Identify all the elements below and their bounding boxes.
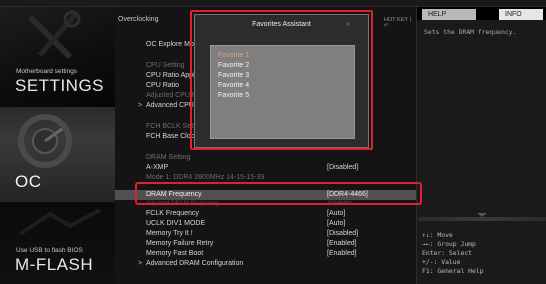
gauge-decor-icon [18,114,72,168]
tab-info[interactable]: INFO [499,9,543,20]
nav-settings-subtitle: Motherboard settings [16,68,78,75]
key-legend-line: Enter: Select [422,249,473,257]
setting-value[interactable]: [Disabled] [327,229,358,239]
nav-mflash-tile[interactable]: Use USB to flash BIOS M-FLASH [0,202,115,284]
setting-value[interactable]: [Auto] [327,209,345,219]
setting-row[interactable]: Memory Fast Boot [Enabled] [115,249,416,259]
setting-row[interactable]: UCLK DIV1 MODE [Auto] [115,219,416,229]
submenu-arrow-icon: > [138,260,143,267]
nav-mflash-subtitle: Use USB to flash BIOS [16,247,83,254]
setting-value[interactable]: [Disabled] [327,163,358,173]
setting-row[interactable]: FCLK Frequency [Auto] [115,209,416,219]
hotkey-indicator[interactable]: HOT KEY | ↶ [384,17,416,29]
help-panel: HELP INFO Sets the DRAM frequency. ↑↓: M… [416,7,546,284]
setting-row[interactable]: Memory Failure Retry [Enabled] [115,239,416,249]
setting-label: A-XMP [146,164,169,171]
setting-label: Memory Failure Retry [146,240,214,247]
setting-value[interactable]: [Auto] [327,219,345,229]
help-divider [418,217,546,221]
setting-label: CPU Setting [146,62,185,69]
setting-label: Advanced DRAM Configuration [146,260,244,267]
setting-label: Memory Try It ! [146,230,193,237]
help-description: Sets the DRAM frequency. [424,28,517,36]
setting-label: UCLK DIV1 MODE [146,220,206,227]
setting-label: FCLK Frequency [146,210,199,217]
help-tab-bar: HELP INFO [417,7,546,20]
nav-mflash-title: M-FLASH [15,255,94,274]
nav-oc-tile[interactable]: OC [0,107,115,202]
annotation-frame-dialog [190,10,373,150]
top-bar [0,0,546,7]
left-navigation: Motherboard settings SETTINGS OC Use USB… [0,7,115,284]
setting-value[interactable]: [Enabled] [327,249,357,259]
expand-arrow-icon[interactable] [477,213,487,217]
setting-row[interactable]: > Advanced DRAM Configuration [115,259,416,269]
key-legend: ↑↓: Move →←: Group Jump Enter: Select +/… [422,231,544,276]
setting-label: CPU Ratio [146,82,180,89]
setting-label: Memory Fast Boot [146,250,204,257]
key-legend-line: ↑↓: Move [422,231,453,239]
submenu-arrow-icon: > [138,102,143,109]
nav-settings-tile[interactable]: Motherboard settings SETTINGS [0,7,115,107]
setting-value[interactable]: [Enabled] [327,239,357,249]
nav-oc-title: OC [15,172,42,191]
setting-label: DRAM Setting [146,154,191,161]
setting-row[interactable]: A-XMP [Disabled] [115,163,416,173]
key-legend-line: +/-: Value [422,258,461,266]
tab-help[interactable]: HELP [422,9,476,20]
nav-settings-title: SETTINGS [15,76,105,95]
section-header: DRAM Setting [115,153,416,163]
panel-title: Overclocking [118,16,159,23]
flash-decor-icon [18,208,101,236]
wrench-decor-icon [27,10,81,60]
setting-row[interactable]: Memory Try It ! [Disabled] [115,229,416,239]
key-legend-line: →←: Group Jump [422,240,476,248]
annotation-frame-dram [135,182,422,205]
key-legend-line: F1: General Help [422,267,484,275]
